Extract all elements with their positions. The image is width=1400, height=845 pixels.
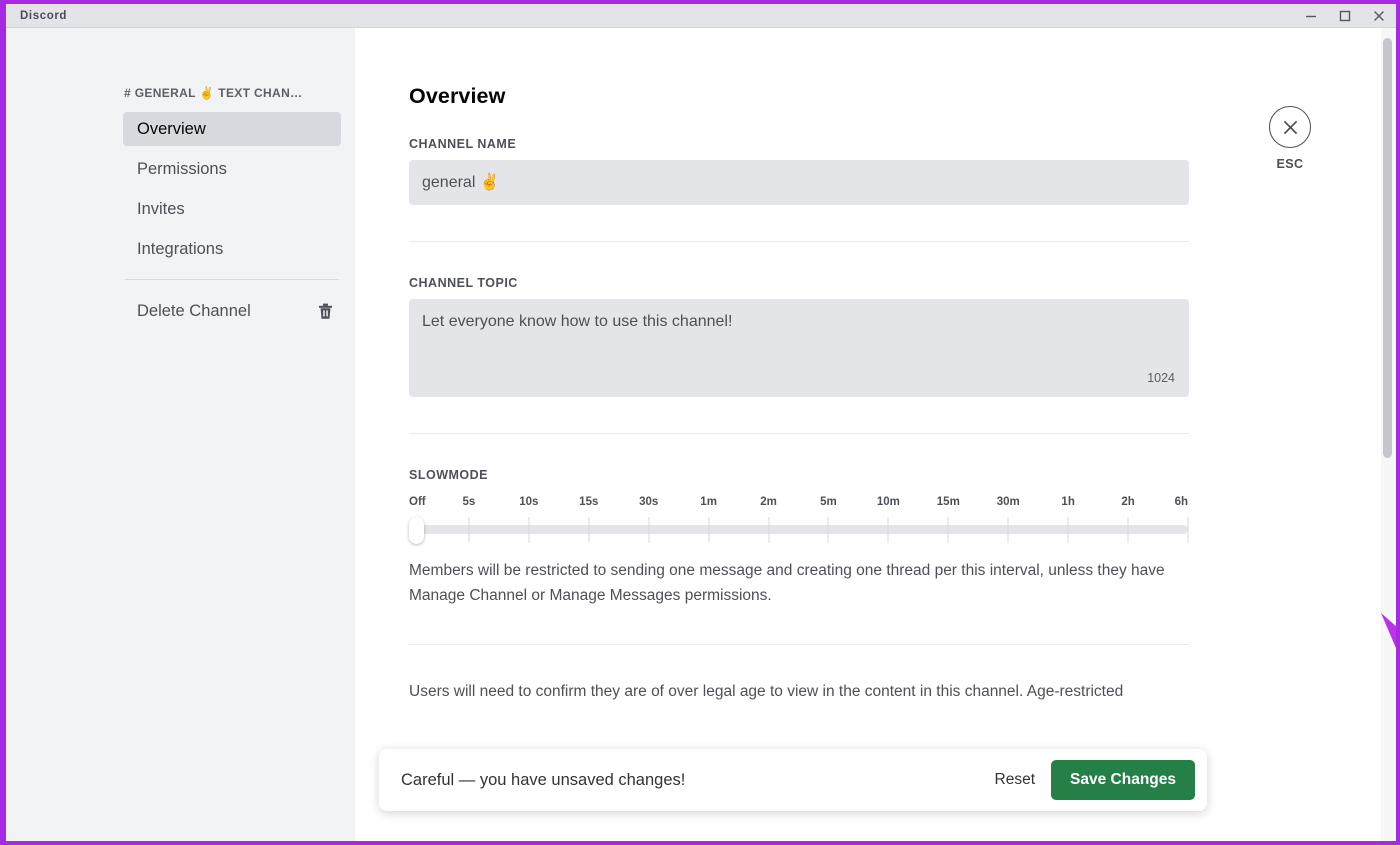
slowmode-tick-mark xyxy=(468,517,470,543)
slowmode-tick-mark xyxy=(887,517,889,543)
slowmode-tick-mark xyxy=(1187,517,1189,543)
sidebar-item-integrations[interactable]: Integrations xyxy=(123,232,341,266)
slowmode-tick-label: 5s xyxy=(462,496,476,508)
slowmode-tick-label: 2h xyxy=(1121,496,1135,508)
sidebar-item-permissions[interactable]: Permissions xyxy=(123,152,341,186)
slowmode-tick-mark xyxy=(768,517,770,543)
slowmode-tick-label: 30s xyxy=(639,496,659,508)
slowmode-tick-mark xyxy=(528,517,530,543)
esc-close-block[interactable]: ESC xyxy=(1266,106,1314,171)
slowmode-tick-labels: Off 5s 10s 15s 30s 1m 2m 5m 10m 15m 30m 1h 2h 6h xyxy=(409,496,1188,511)
slowmode-tick-label: 6h xyxy=(1174,496,1188,508)
slowmode-tick-mark xyxy=(947,517,949,543)
slowmode-tick-label: 15m xyxy=(936,496,960,508)
slowmode-section: SLOWMODE Off 5s 10s 15s 30s 1m 2m 5m 10m 15m 30m 1h… xyxy=(409,468,1189,608)
content-scrollbar[interactable] xyxy=(1381,28,1394,841)
unsaved-changes-message: Careful — you have unsaved changes! xyxy=(401,770,686,789)
sidebar-divider xyxy=(125,279,339,280)
close-icon[interactable] xyxy=(1362,4,1396,28)
sidebar-item-overview[interactable]: Overview xyxy=(123,112,341,146)
slowmode-handle[interactable] xyxy=(409,517,424,544)
content-scroll-region[interactable]: Overview CHANNEL NAME general ✌️ CHANNEL… xyxy=(355,28,1396,841)
slowmode-label: SLOWMODE xyxy=(409,468,488,482)
maximize-icon[interactable] xyxy=(1328,4,1362,28)
scrollbar-thumb[interactable] xyxy=(1383,38,1392,458)
slowmode-tick-label: 1m xyxy=(700,496,717,508)
slowmode-tick-mark xyxy=(1067,517,1069,543)
slowmode-track-zone[interactable] xyxy=(409,517,1189,544)
slowmode-slider[interactable]: Off 5s 10s 15s 30s 1m 2m 5m 10m 15m 30m 1h 2h 6h xyxy=(409,496,1189,544)
channel-name-input[interactable]: general ✌️ xyxy=(409,160,1189,205)
section-divider xyxy=(409,644,1189,645)
sidebar-item-invites[interactable]: Invites xyxy=(123,192,341,226)
window-content: Discord # GENERAL ✌️ TEXT CHAN… Overview xyxy=(6,4,1396,841)
section-divider xyxy=(409,241,1189,242)
sidebar-item-delete-channel[interactable]: Delete Channel xyxy=(123,294,341,328)
sidebar-header: # GENERAL ✌️ TEXT CHAN… xyxy=(124,86,303,100)
age-restricted-description: Users will need to confirm they are of o… xyxy=(409,683,1124,700)
channel-topic-value: Let everyone know how to use this channe… xyxy=(422,313,733,330)
slowmode-tick-label: 2m xyxy=(760,496,777,508)
window-title: Discord xyxy=(20,9,68,22)
sidebar-item-label: Permissions xyxy=(137,159,227,178)
slowmode-tick-mark xyxy=(1127,517,1129,543)
slowmode-tick-label: 10m xyxy=(876,496,900,508)
section-divider xyxy=(409,433,1189,434)
settings-sidebar: # GENERAL ✌️ TEXT CHAN… Overview Permiss… xyxy=(6,28,355,841)
slowmode-tick-label: 5m xyxy=(820,496,837,508)
title-bar: Discord xyxy=(6,4,1396,28)
sidebar-item-label: Overview xyxy=(137,119,206,138)
unsaved-changes-bar: Careful — you have unsaved changes! Rese… xyxy=(379,749,1207,811)
slowmode-tick-mark xyxy=(588,517,590,543)
reset-button[interactable]: Reset xyxy=(979,763,1052,797)
slowmode-tick-mark xyxy=(648,517,650,543)
save-changes-button[interactable]: Save Changes xyxy=(1051,760,1195,800)
close-x-icon[interactable] xyxy=(1269,106,1311,148)
sidebar-item-label: Integrations xyxy=(137,239,224,258)
channel-topic-input[interactable]: Let everyone know how to use this channe… xyxy=(409,299,1189,397)
sidebar-item-label: Invites xyxy=(137,199,185,218)
channel-topic-label: CHANNEL TOPIC xyxy=(409,276,518,290)
slowmode-tick-mark xyxy=(708,517,710,543)
minimize-icon[interactable] xyxy=(1294,4,1328,28)
slowmode-tick-mark xyxy=(827,517,829,543)
trash-icon xyxy=(318,303,333,320)
channel-name-label: CHANNEL NAME xyxy=(409,137,517,151)
slowmode-description: Members will be restricted to sending on… xyxy=(409,562,1165,604)
settings-content: Overview CHANNEL NAME general ✌️ CHANNEL… xyxy=(355,28,1396,841)
slowmode-tick-label: Off xyxy=(409,496,426,508)
page-title: Overview xyxy=(409,84,506,108)
application-window: Discord # GENERAL ✌️ TEXT CHAN… Overview xyxy=(0,0,1400,845)
slowmode-tick-label: 30m xyxy=(996,496,1020,508)
topic-character-counter: 1024 xyxy=(1147,371,1175,385)
slowmode-tick-label: 1h xyxy=(1061,496,1075,508)
slowmode-tick-label: 15s xyxy=(579,496,599,508)
esc-label: ESC xyxy=(1276,157,1304,171)
delete-channel-label: Delete Channel xyxy=(137,301,251,320)
channel-name-value: general ✌️ xyxy=(422,174,500,191)
slowmode-track[interactable] xyxy=(409,525,1188,534)
settings-body: # GENERAL ✌️ TEXT CHAN… Overview Permiss… xyxy=(6,28,1396,841)
slowmode-tick-mark xyxy=(1007,517,1009,543)
slowmode-tick-label: 10s xyxy=(519,496,539,508)
